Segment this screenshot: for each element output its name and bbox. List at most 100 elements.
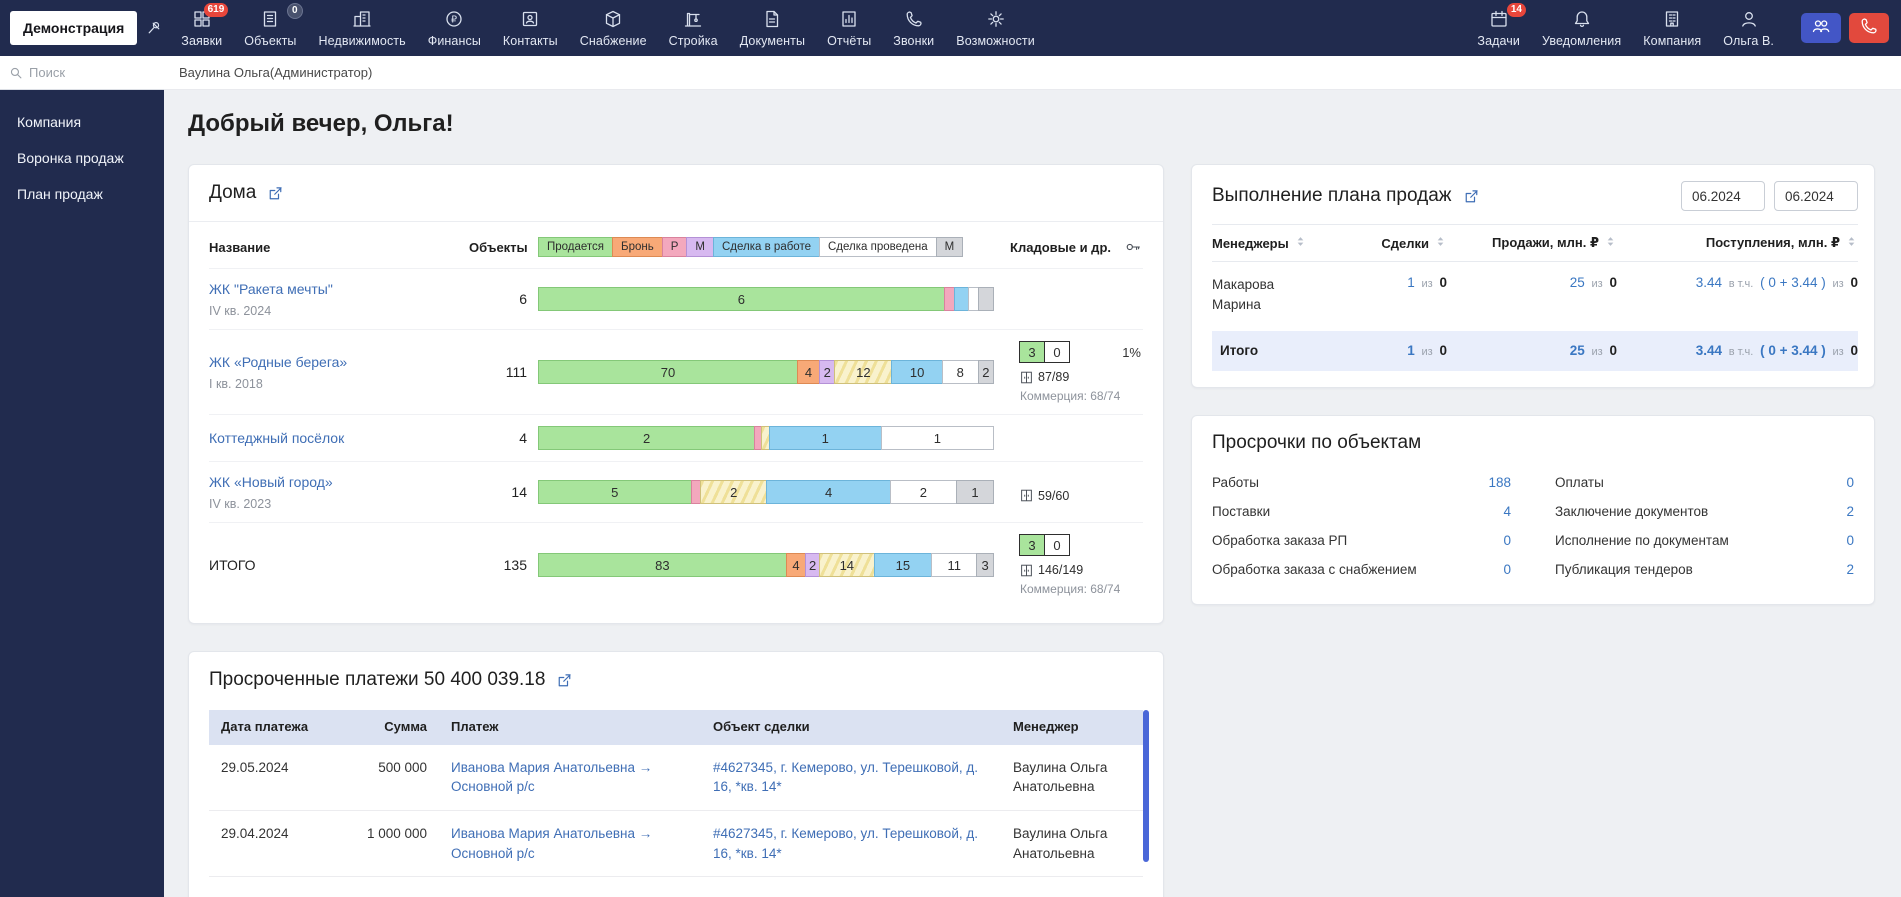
overdue-item-value[interactable]: 2 xyxy=(1846,504,1854,519)
nav-item-user[interactable]: Ольга В. xyxy=(1712,0,1785,56)
nav-item-supply[interactable]: Снабжение xyxy=(569,0,658,56)
nav-item-features[interactable]: Возможности xyxy=(945,0,1046,56)
pin-icon[interactable] xyxy=(146,20,162,36)
plan-receipts-value[interactable]: 3.44 в т.ч. ( 0 + 3.44 ) из 0 xyxy=(1617,343,1858,358)
users-button[interactable] xyxy=(1801,13,1841,43)
plan-col-header[interactable]: Менеджеры xyxy=(1212,235,1352,251)
external-link-icon[interactable] xyxy=(268,186,283,201)
bar-segment-value: 14 xyxy=(840,558,854,573)
overdue-item-value[interactable]: 188 xyxy=(1488,475,1511,490)
construction-icon xyxy=(683,8,703,30)
house-name-link[interactable]: ЖК "Ракета мечты" xyxy=(209,280,333,298)
house-side-info xyxy=(994,426,1143,450)
nav-item-documents[interactable]: Документы xyxy=(729,0,816,56)
nav-item-calls[interactable]: Звонки xyxy=(882,0,945,56)
external-link-icon[interactable] xyxy=(557,673,572,688)
plan-col-header[interactable]: Сделки xyxy=(1352,235,1447,251)
storage-icon xyxy=(1020,371,1033,384)
overdue-item-value[interactable]: 4 xyxy=(1503,504,1511,519)
legend-chip-white: Сделка проведена xyxy=(819,237,937,257)
bar-segment-blue[interactable]: 10 xyxy=(891,360,942,384)
bar-segment-purple[interactable]: 2 xyxy=(805,553,820,577)
bar-segment-blue[interactable]: 1 xyxy=(769,426,882,450)
demo-button[interactable]: Демонстрация xyxy=(10,11,137,45)
sidebar-item-3[interactable]: План продаж xyxy=(0,176,164,212)
bar-segment-gray[interactable]: 1 xyxy=(956,480,994,504)
house-date: IV кв. 2023 xyxy=(209,497,469,511)
nav-item-label: Стройка xyxy=(669,34,718,48)
sidebar-item-1[interactable]: Компания xyxy=(0,104,164,140)
date-from-input[interactable] xyxy=(1681,181,1765,211)
bar-segment-blue[interactable]: 4 xyxy=(766,480,891,504)
plan-deals-value[interactable]: 1 из 0 xyxy=(1352,275,1447,290)
bar-segment-stripe[interactable]: 2 xyxy=(700,480,767,504)
payment-link[interactable]: Иванова Мария Анатольевна → Основной р/с xyxy=(451,826,652,861)
bar-segment-green[interactable]: 70 xyxy=(538,360,798,384)
bar-segment-green[interactable]: 83 xyxy=(538,553,787,577)
bar-segment-blue[interactable]: 15 xyxy=(874,553,932,577)
bar-segment-gray[interactable]: 2 xyxy=(978,360,994,384)
deal-object-link[interactable]: #4627345, г. Кемерово, ул. Терешковой, д… xyxy=(713,760,978,795)
plan-col-header[interactable]: Поступления, млн. ₽ xyxy=(1617,235,1858,251)
plan-sales-value[interactable]: 25 из 0 xyxy=(1447,275,1617,290)
plan-receipts-value[interactable]: 3.44 в т.ч. ( 0 + 3.44 ) из 0 xyxy=(1617,275,1858,290)
nav-item-realty[interactable]: Недвижимость xyxy=(308,0,417,56)
nav-item-company[interactable]: Компания xyxy=(1632,0,1712,56)
value-part: 3.44 xyxy=(1696,343,1722,358)
bar-segment-white[interactable]: 2 xyxy=(890,480,957,504)
bar-segment-purple[interactable]: 2 xyxy=(819,360,835,384)
bar-segment-white[interactable]: 8 xyxy=(942,360,979,384)
scrollbar-thumb[interactable] xyxy=(1143,710,1149,862)
bar-segment-green[interactable]: 5 xyxy=(538,480,692,504)
payment-manager: Ваулина Ольга Анатольевна xyxy=(1001,824,1143,863)
bar-segment-orange[interactable]: 4 xyxy=(797,360,820,384)
nav-item-label: Уведомления xyxy=(1542,34,1621,48)
nav-item-requests[interactable]: 619Заявки xyxy=(170,0,233,56)
bar-segment-stripe[interactable]: 14 xyxy=(819,553,875,577)
overdue-item-value[interactable]: 0 xyxy=(1503,562,1511,577)
deal-object-link[interactable]: #4627345, г. Кемерово, ул. Терешковой, д… xyxy=(713,826,978,861)
house-name-link[interactable]: ЖК «Родные берега» xyxy=(209,353,347,371)
payments-col-header: Объект сделки xyxy=(701,718,1001,737)
bar-segment-stripe[interactable]: 12 xyxy=(834,360,892,384)
overdue-col-left: Работы188Поставки4Обработка заказа РП0Об… xyxy=(1212,468,1511,584)
plan-col-header[interactable]: Продажи, млн. ₽ xyxy=(1447,235,1617,251)
nav-item-notifications[interactable]: Уведомления xyxy=(1531,0,1632,56)
nav-item-construction[interactable]: Стройка xyxy=(658,0,729,56)
overdue-item-value[interactable]: 0 xyxy=(1846,533,1854,548)
overdue-item-value[interactable]: 2 xyxy=(1846,562,1854,577)
bar-segment-orange[interactable]: 4 xyxy=(786,553,806,577)
nav-item-reports[interactable]: Отчёты xyxy=(816,0,882,56)
nav-item-finance[interactable]: ₽Финансы xyxy=(417,0,492,56)
nav-badge: 0 xyxy=(287,3,303,19)
bar-segment-green[interactable]: 6 xyxy=(538,287,945,311)
house-name-link[interactable]: Коттеджный посёлок xyxy=(209,429,344,447)
bar-segment-blue[interactable] xyxy=(954,287,970,311)
external-link-icon[interactable] xyxy=(1464,189,1479,204)
phone-button[interactable] xyxy=(1849,13,1889,43)
search-input[interactable] xyxy=(29,65,155,80)
bar-segment-green[interactable]: 2 xyxy=(538,426,755,450)
nav-item-objects[interactable]: 0Объекты xyxy=(233,0,307,56)
overdue-item: Публикация тендеров2 xyxy=(1555,555,1854,584)
plan-sales-value[interactable]: 25 из 0 xyxy=(1447,343,1617,358)
payment-link[interactable]: Иванова Мария Анатольевна → Основной р/с xyxy=(451,760,652,795)
date-to-input[interactable] xyxy=(1774,181,1858,211)
overdue-item-value[interactable]: 0 xyxy=(1503,533,1511,548)
bar-segment-gray[interactable]: 3 xyxy=(976,553,994,577)
house-name-link[interactable]: ЖК «Новый город» xyxy=(209,473,333,491)
overdue-item-value[interactable]: 0 xyxy=(1846,475,1854,490)
house-date: I кв. 2018 xyxy=(209,377,469,391)
overdue-item: Заключение документов2 xyxy=(1555,497,1854,526)
nav-item-tasks[interactable]: 14Задачи xyxy=(1466,0,1531,56)
plan-manager-cell: Макарова Марина xyxy=(1212,275,1352,316)
house-objects-count: 14 xyxy=(469,484,539,500)
bar-segment-white[interactable]: 11 xyxy=(931,553,977,577)
bar-segment-gray[interactable] xyxy=(978,287,994,311)
nav-item-contacts[interactable]: Контакты xyxy=(492,0,569,56)
sidebar-item-2[interactable]: Воронка продаж xyxy=(0,140,164,176)
plan-deals-value[interactable]: 1 из 0 xyxy=(1352,343,1447,358)
nav-badge: 14 xyxy=(1507,3,1526,17)
bar-segment-white[interactable]: 1 xyxy=(881,426,994,450)
keys-icon[interactable] xyxy=(1125,239,1141,255)
